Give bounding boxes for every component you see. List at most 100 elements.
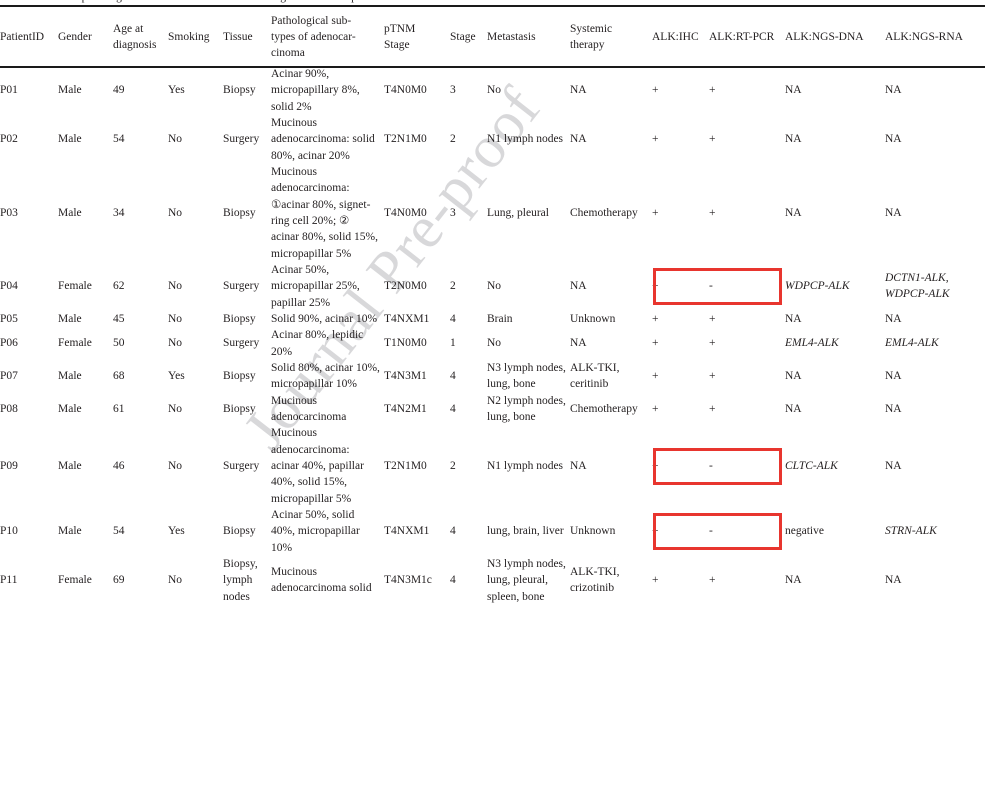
cell-metastasis: No [487,84,502,97]
cell-smoking: No [168,280,183,293]
cell-alk-rt-pcr: + [709,133,716,146]
cell-systemic-therapy: Chemotherapy [570,402,638,415]
cell-alk-ihc: + [652,402,659,415]
cell-metastasis: lung, brain, liver [487,525,564,538]
cell-pathology: Solid 80%, acinar 10%, micropapillar 10% [271,361,380,391]
column-header-line: ALK:IHC [652,30,699,43]
cell-patient-id: P06 [0,337,18,350]
cell-pathology: Mucinous adenocarcinoma: solid 80%, acin… [271,116,375,162]
cell-alk-ngs-rna: DCTN1-ALK, WDPCP-ALK [885,262,985,311]
cell-stage: 2 [450,459,456,472]
cell-age-at-diagnosis: 49 [113,84,125,97]
cell-metastasis: Brain [487,312,513,325]
cell-patient-id: P10 [0,525,18,538]
cell-systemic-therapy: NA [570,84,587,97]
cell-stage: 2 [450,280,456,293]
cell-systemic-therapy: NA [570,133,587,146]
cell-smoking: Yes [168,84,185,97]
table-row: P07 Male 68 Yes Biopsy Solid 80%, acinar 10%,… [0,360,985,393]
cell-stage: 1 [450,337,456,350]
cell-alk-ngs-rna: NA [885,84,902,97]
cell-patient-id: P04 [0,280,18,293]
patient-characteristics-table: PatientID Gender Age at diagnosis Smoking… [0,8,985,605]
cell-ptnm-stage: T4N3M1 [384,370,427,383]
cell-alk-ngs-dna: CLTC-ALK [785,425,885,507]
gene-fusion-label: EML4-ALK [785,337,839,350]
cell-alk-ngs-dna: NA [785,312,802,325]
cell-alk-rt-pcr: + [709,370,716,383]
cell-alk-ihc: + [652,459,659,472]
cell-systemic-therapy: NA [570,459,587,472]
cell-alk-ihc: + [652,133,659,146]
cell-alk-rt-pcr: - [709,525,713,538]
cell-smoking: No [168,337,183,350]
gene-fusion-label: DCTN1-ALK, WDPCP-ALK [885,272,950,301]
cell-smoking: Yes [168,370,185,383]
cell-pathology: Mucinous adenocarcinoma: acinar 40%, pap… [271,427,364,505]
cell-alk-ngs-rna: NA [885,312,902,325]
cell-alk-rt-pcr: + [709,84,716,97]
column-header-line: Stage [384,39,410,51]
cell-tissue: Surgery [223,459,260,472]
cell-alk-ihc: + [652,312,659,325]
cell-patient-id: P11 [0,574,18,587]
cell-alk-ihc: + [652,525,659,538]
cell-gender: Male [58,312,82,325]
cell-age-at-diagnosis: 45 [113,312,125,325]
cell-ptnm-stage: T2N0M0 [384,280,427,293]
cell-pathology: Acinar 80%, lepidic 20% [271,329,364,358]
cell-alk-ngs-rna: NA [885,133,902,146]
column-header-line: therapy [570,39,605,51]
cell-metastasis: N1 lymph nodes [487,133,564,146]
document-page: Table 1. Clinicopathological characteris… [0,0,985,811]
cell-smoking: No [168,133,183,146]
cell-pathology: Acinar 50%, solid 40%, micropapillar 10% [271,508,360,554]
cell-tissue: Surgery [223,337,260,350]
table-top-rule [0,5,985,7]
cell-patient-id: P07 [0,370,18,383]
cell-age-at-diagnosis: 46 [113,459,125,472]
cell-alk-ngs-dna: NA [785,206,802,219]
column-header-pathology: Pathological sub-types of adenocar-cinom… [271,8,384,66]
cell-alk-ngs-dna: WDPCP-ALK [785,262,885,311]
cell-tissue: Biopsy [223,370,256,383]
cell-tissue: Biopsy, lymph nodes [223,557,258,603]
cell-stage: 4 [450,402,456,415]
cell-ptnm-stage: T2N1M0 [384,459,427,472]
cell-pathology: Mucinous adenocarcinoma: ①acinar 80%, si… [271,165,378,260]
cell-age-at-diagnosis: 50 [113,337,125,350]
column-header-gender: Gender [58,8,113,66]
cell-tissue: Biopsy [223,312,256,325]
cell-smoking: Yes [168,525,185,538]
column-header-stage: Stage [450,8,487,66]
column-header-line: cinoma [271,47,305,60]
cell-metastasis: N3 lymph nodes, lung, pleural, spleen, b… [487,557,566,603]
cell-gender: Male [58,206,82,219]
cell-age-at-diagnosis: 68 [113,370,125,383]
cell-systemic-therapy: ALK-TKI, ceritinib [570,361,620,391]
cell-systemic-therapy: NA [570,280,587,293]
cell-gender: Female [58,337,92,350]
column-header-line: Gender [58,30,92,43]
cell-pathology: Solid 90%, acinar 10% [271,312,378,325]
cell-tissue: Biopsy [223,206,256,219]
cell-stage: 4 [450,370,456,383]
cell-alk-rt-pcr: + [709,206,716,219]
column-header-smoking: Smoking [168,8,223,66]
column-header-line: Systemic [570,22,613,35]
gene-fusion-label: STRN-ALK [885,525,937,538]
cell-stage: 3 [450,84,456,97]
table-row: P04 Female 62 No Surgery Acinar 50%, micropap… [0,262,985,311]
column-header-line: ALK:NGS-DNA [785,30,864,43]
cell-age-at-diagnosis: 34 [113,206,125,219]
cell-alk-ngs-rna: NA [885,370,902,383]
column-header-line: PatientID [0,30,45,43]
cell-alk-ngs-rna: STRN-ALK [885,507,985,556]
cell-alk-rt-pcr: - [709,280,713,293]
cell-systemic-therapy: NA [570,337,587,350]
column-header-metastasis: Metastasis [487,8,570,66]
cell-age-at-diagnosis: 54 [113,133,125,146]
cell-alk-ngs-dna: negative [785,525,824,538]
table-header: PatientID Gender Age at diagnosis Smoking… [0,8,985,66]
cell-metastasis: No [487,337,502,350]
